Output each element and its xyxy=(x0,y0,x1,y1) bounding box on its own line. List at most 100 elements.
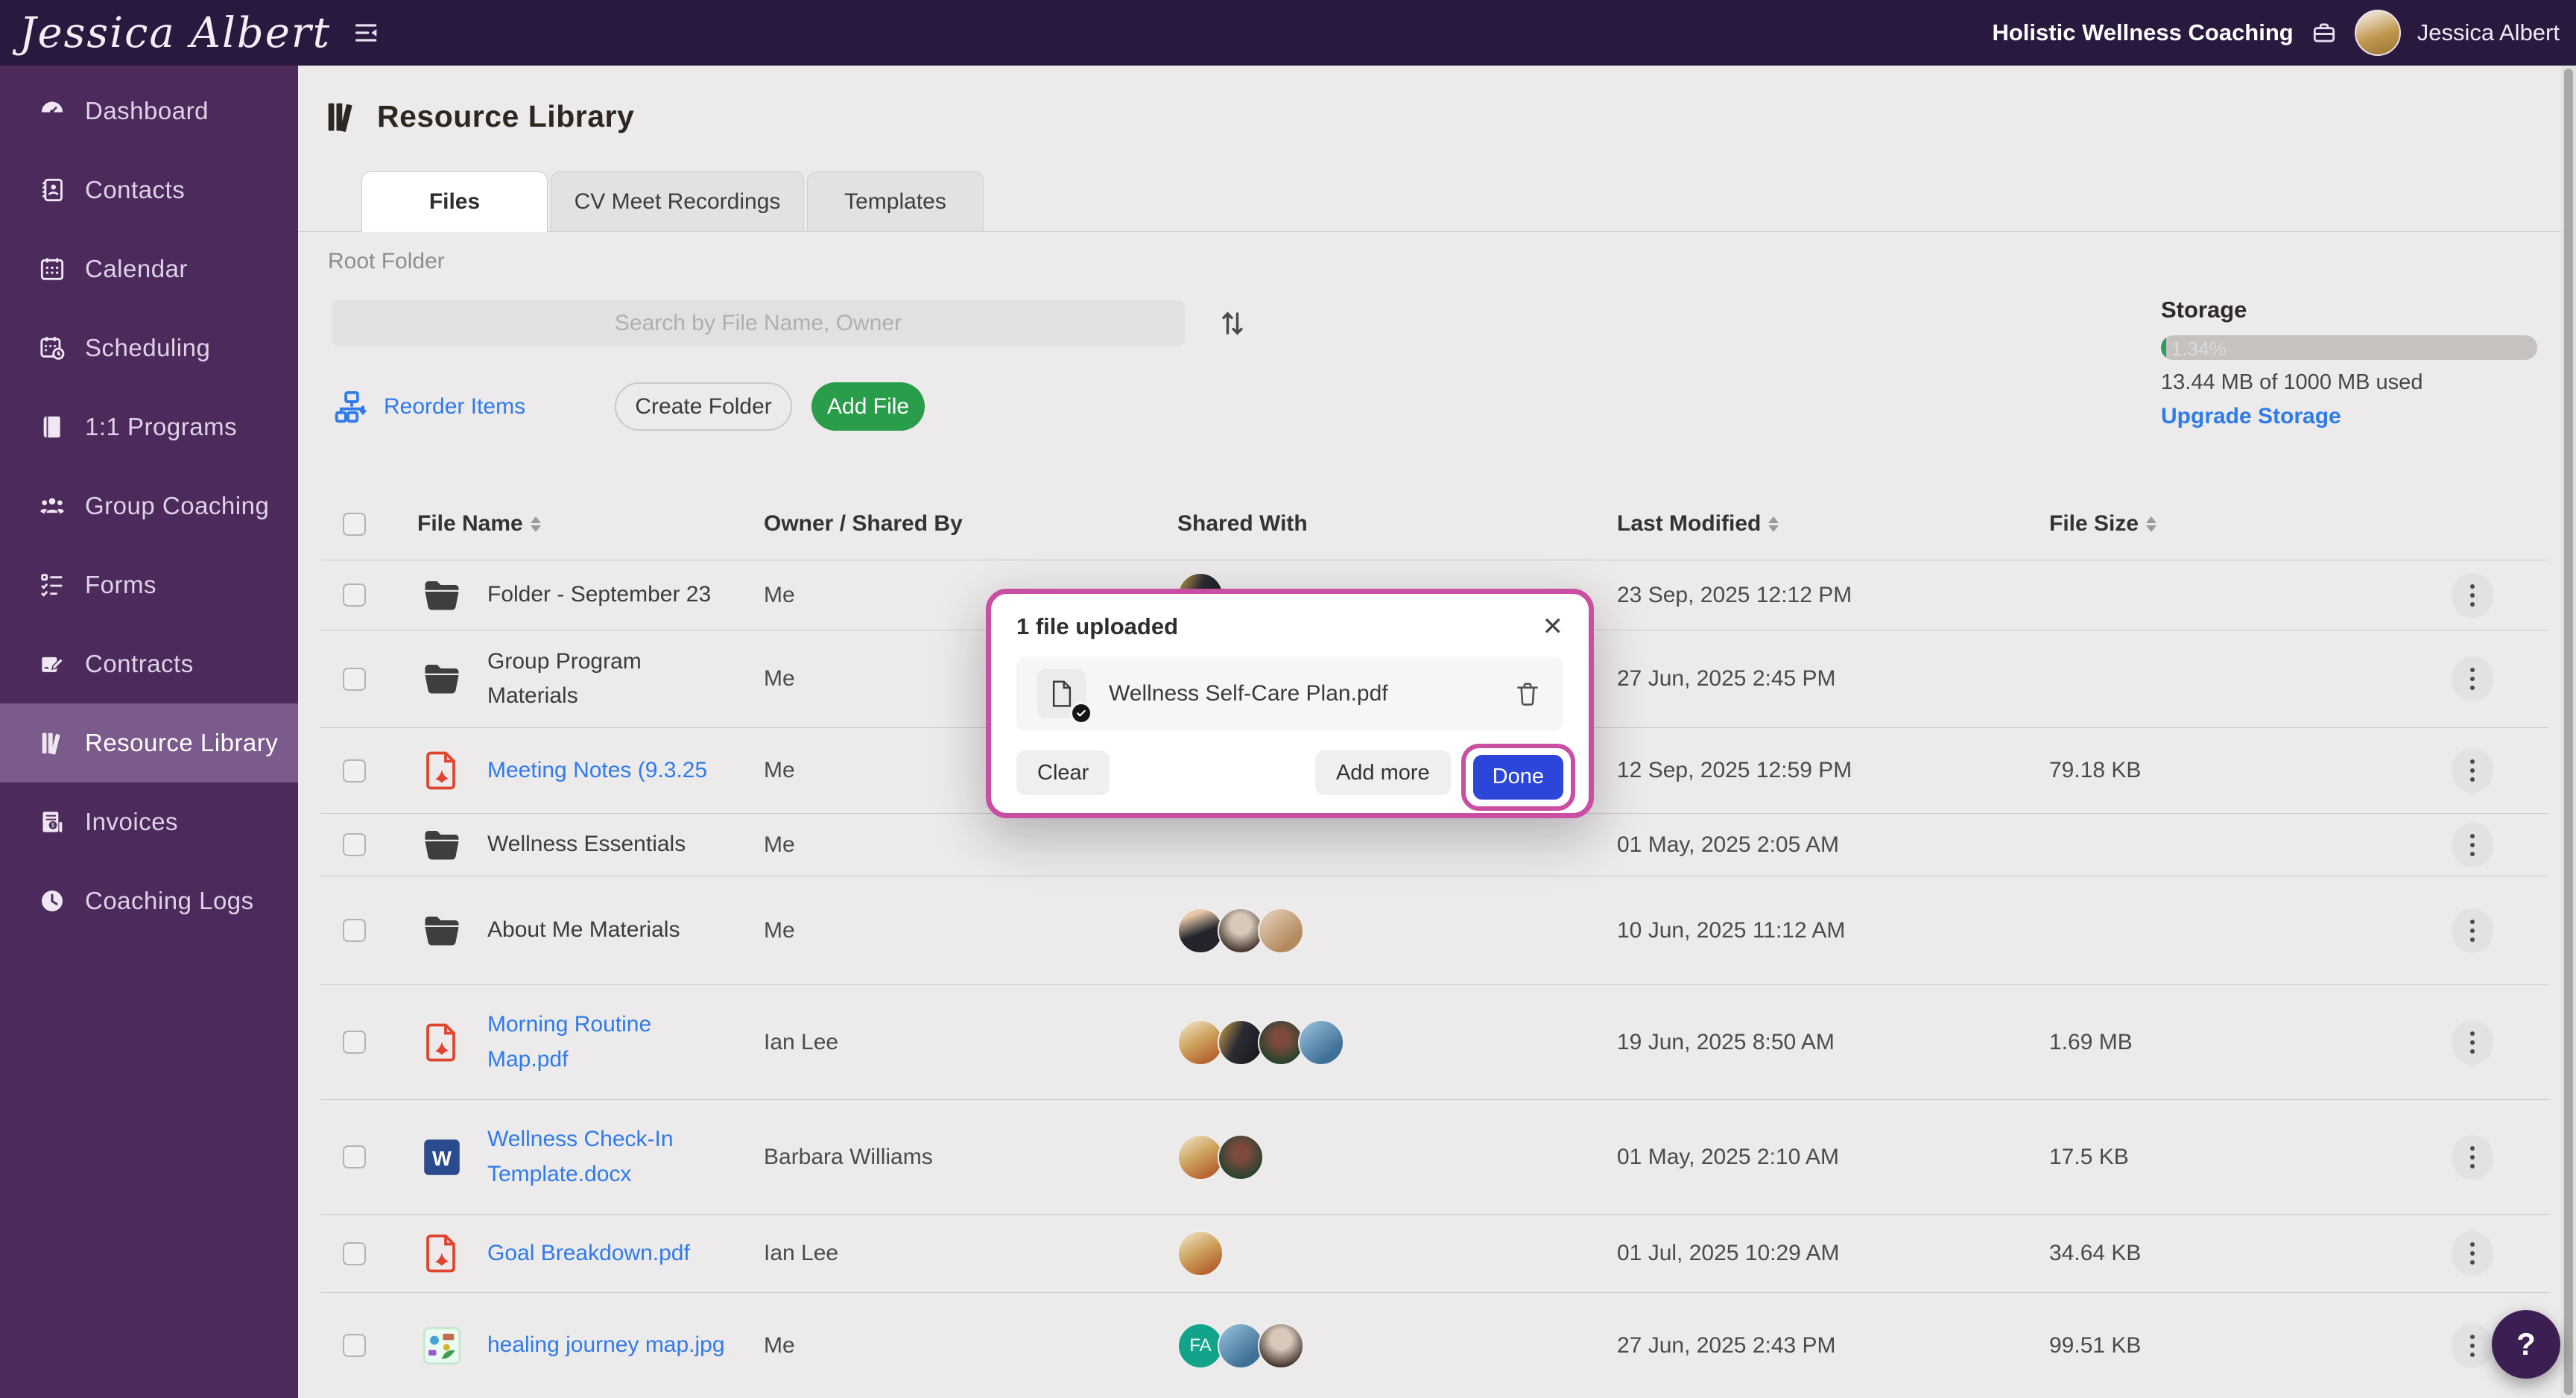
briefcase-icon[interactable] xyxy=(2310,19,2338,47)
row-menu-kebab-icon[interactable] xyxy=(2452,748,2493,793)
clear-button[interactable]: Clear xyxy=(1016,750,1110,795)
column-header-last-modified[interactable]: Last Modified xyxy=(1617,511,2049,537)
row-menu-kebab-icon[interactable] xyxy=(2452,657,2493,701)
sidebar-collapse-icon[interactable] xyxy=(352,18,382,48)
add-more-button[interactable]: Add more xyxy=(1314,750,1451,795)
sidebar-item-label: Forms xyxy=(85,571,156,598)
row-checkbox[interactable] xyxy=(343,1334,366,1357)
sidebar-item-group-coaching[interactable]: Group Coaching xyxy=(0,466,298,545)
scrollbar-thumb[interactable] xyxy=(2564,69,2573,1395)
sidebar-item-label: Calendar xyxy=(85,255,188,282)
table-row: Wellness Essentials Me 01 May, 2025 2:05 A… xyxy=(320,814,2548,876)
shared-with-cell xyxy=(1177,907,1617,954)
column-header-label: File Name xyxy=(417,511,523,536)
column-header-file-size[interactable]: File Size xyxy=(2049,511,2452,537)
column-header-label: Shared With xyxy=(1177,511,1308,536)
row-checkbox[interactable] xyxy=(343,667,366,691)
close-icon[interactable]: ✕ xyxy=(1542,614,1564,639)
shared-avatar xyxy=(1218,1322,1264,1369)
row-checkbox[interactable] xyxy=(343,759,366,782)
row-checkbox[interactable] xyxy=(343,583,366,607)
shared-with-cell xyxy=(1177,1019,1617,1066)
owner-cell: Ian Lee xyxy=(764,1241,839,1265)
vertical-scrollbar[interactable] xyxy=(2561,66,2576,1398)
sidebar-item-invoices[interactable]: $ Invoices xyxy=(0,782,298,861)
sidebar-item-forms[interactable]: Forms xyxy=(0,545,298,624)
sidebar-item-calendar[interactable]: Calendar xyxy=(0,230,298,309)
tab-files[interactable]: Files xyxy=(361,171,548,232)
group-coaching-icon xyxy=(37,491,67,521)
column-header-file-name[interactable]: File Name xyxy=(417,511,764,537)
delete-file-icon[interactable] xyxy=(1513,679,1542,709)
sort-arrows-icon[interactable] xyxy=(530,516,541,532)
folder-icon xyxy=(417,820,466,870)
actions-row: Reorder Items Create Folder Add File xyxy=(332,382,925,431)
sort-arrows-icon[interactable] xyxy=(1768,516,1779,532)
app-root: Jessica Albert Holistic Wellness Coachin… xyxy=(0,0,2576,1398)
shared-with-cell xyxy=(1177,1230,1617,1277)
file-name[interactable]: Meeting Notes (9.3.25 xyxy=(487,753,707,788)
row-checkbox[interactable] xyxy=(343,1242,366,1265)
upload-modal-title: 1 file uploaded xyxy=(1016,613,1179,639)
search-row xyxy=(332,300,1252,347)
row-menu-kebab-icon[interactable] xyxy=(2452,1134,2493,1180)
file-name[interactable]: Goal Breakdown.pdf xyxy=(487,1236,690,1271)
file-size-cell: 1.69 MB xyxy=(2049,1029,2133,1054)
file-name[interactable]: Wellness Essentials xyxy=(487,827,686,862)
upload-modal-footer: Clear Add more Done xyxy=(1016,743,1575,811)
last-modified-cell: 23 Sep, 2025 12:12 PM xyxy=(1617,582,1852,607)
file-name[interactable]: Wellness Check-In Template.docx xyxy=(487,1122,733,1192)
row-checkbox[interactable] xyxy=(343,919,366,942)
last-modified-cell: 27 Jun, 2025 2:45 PM xyxy=(1617,666,1836,691)
sidebar-item-resource-library[interactable]: Resource Library xyxy=(0,703,298,782)
upgrade-storage-link[interactable]: Upgrade Storage xyxy=(2161,404,2537,429)
table-row: W Wellness Check-In Template.docx Barbara … xyxy=(320,1100,2548,1215)
sidebar-item-contacts[interactable]: Contacts xyxy=(0,151,298,230)
reorder-icon xyxy=(335,390,367,423)
select-all-checkbox[interactable] xyxy=(343,512,366,536)
app-logo: Jessica Albert xyxy=(19,8,332,57)
column-header-owner-shared-by: Owner / Shared By xyxy=(764,511,1177,537)
help-button[interactable]: ? xyxy=(2492,1310,2560,1379)
file-name[interactable]: Group Program Materials xyxy=(487,645,733,714)
storage-progress-bar: 1.34% xyxy=(2161,335,2537,360)
file-name[interactable]: Morning Routine Map.pdf xyxy=(487,1008,733,1077)
row-checkbox[interactable] xyxy=(343,1031,366,1054)
sidebar-item-contracts[interactable]: Contracts xyxy=(0,624,298,703)
user-avatar[interactable] xyxy=(2354,10,2401,56)
row-menu-kebab-icon[interactable] xyxy=(2452,572,2493,618)
calendar-icon xyxy=(37,254,67,284)
add-file-button[interactable]: Add File xyxy=(811,382,925,431)
sidebar-item-dashboard[interactable]: Dashboard xyxy=(0,72,298,151)
row-checkbox[interactable] xyxy=(343,833,366,856)
reorder-items-button[interactable]: Reorder Items xyxy=(332,387,525,427)
sidebar-item-label: Invoices xyxy=(85,808,179,835)
create-folder-button[interactable]: Create Folder xyxy=(615,382,793,431)
tab-templates[interactable]: Templates xyxy=(807,171,984,231)
page-title: Resource Library xyxy=(377,98,635,133)
shared-avatar xyxy=(1177,1133,1224,1180)
row-menu-kebab-icon[interactable] xyxy=(2452,1231,2493,1276)
last-modified-cell: 27 Jun, 2025 2:43 PM xyxy=(1617,1332,1836,1358)
sidebar-item-scheduling[interactable]: Scheduling xyxy=(0,309,298,388)
sidebar-item-coaching-logs[interactable]: Coaching Logs xyxy=(0,861,298,940)
row-menu-kebab-icon[interactable] xyxy=(2452,1323,2493,1368)
row-menu-kebab-icon[interactable] xyxy=(2452,1019,2493,1065)
row-menu-kebab-icon[interactable] xyxy=(2452,908,2493,953)
topbar-right: Holistic Wellness Coaching Jessica Alber… xyxy=(1992,10,2576,56)
sort-arrows-icon[interactable] xyxy=(2146,516,2157,532)
file-name[interactable]: Folder - September 23 xyxy=(487,578,711,613)
sidebar-item-1-1-programs[interactable]: 1:1 Programs xyxy=(0,388,298,466)
row-menu-kebab-icon[interactable] xyxy=(2452,822,2493,867)
file-name[interactable]: About Me Materials xyxy=(487,913,680,948)
file-name[interactable]: healing journey map.jpg xyxy=(487,1328,725,1363)
sort-updown-icon[interactable] xyxy=(1213,304,1252,343)
breadcrumb: Root Folder xyxy=(328,249,445,273)
row-checkbox[interactable] xyxy=(343,1145,366,1168)
search-input[interactable] xyxy=(332,300,1185,347)
forms-icon xyxy=(37,570,67,600)
tab-cv-meet-recordings[interactable]: CV Meet Recordings xyxy=(551,171,804,231)
last-modified-cell: 01 Jul, 2025 10:29 AM xyxy=(1617,1241,1840,1265)
sidebar-item-label: Dashboard xyxy=(85,97,209,124)
done-button[interactable]: Done xyxy=(1472,754,1563,800)
